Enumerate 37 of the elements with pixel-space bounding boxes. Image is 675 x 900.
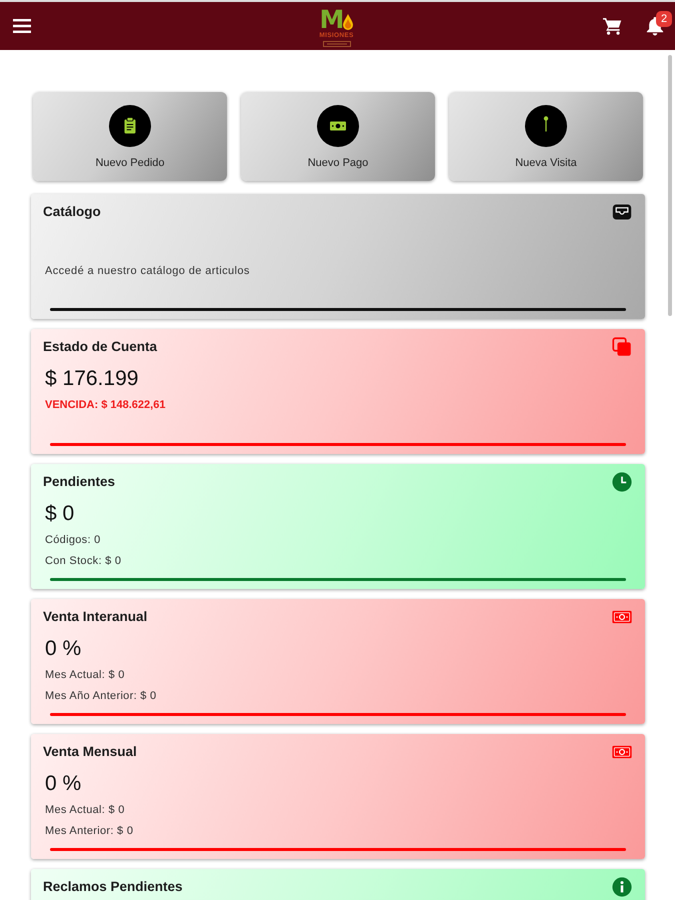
card-amount: 0 % — [44, 637, 82, 661]
card-detail: Mes Año Anterior: $ 0 — [45, 689, 158, 704]
scrollbar-thumb[interactable] — [668, 55, 672, 316]
card-detail: Mes Actual: $ 0 — [45, 803, 126, 818]
card-title: Catálogo — [43, 204, 101, 220]
card-title: Pendientes — [43, 474, 116, 490]
logo-banner-icon — [322, 41, 350, 47]
card-amount: $ 0 — [44, 502, 76, 526]
summary-card[interactable]: Pendientes $ 0 Códigos: 0 Con Stock: $ 0 — [31, 464, 645, 589]
card-detail: Mes Anterior: $ 0 — [45, 824, 134, 839]
card-detail: Con Stock: $ 0 — [45, 554, 122, 569]
notification-badge: 2 — [656, 11, 672, 27]
summary-card[interactable]: Venta Interanual 0 % Mes Actual: $ 0 Mes Año Anterior: $ 0 — [31, 599, 645, 724]
summary-card[interactable]: Reclamos Pendientes — [31, 869, 645, 900]
card-title: Venta Mensual — [43, 744, 137, 760]
card-title: Venta Interanual — [43, 609, 148, 625]
card-amount: $ 176.199 — [44, 367, 140, 391]
alert-text: VENCIDA: $ 148.622,61 — [45, 398, 166, 413]
cart-icon[interactable] — [603, 17, 622, 35]
banknote-icon — [317, 105, 359, 147]
drop-icon — [343, 14, 354, 30]
clipboard-icon — [109, 105, 151, 147]
card-detail: Mes Actual: $ 0 — [45, 668, 126, 683]
summary-card[interactable]: Catálogo Accedé a nuestro catálogo de articulos — [31, 194, 645, 319]
summary-card[interactable]: Estado de Cuenta $ 176.199 VENCIDA: $ 148.622,61 — [31, 329, 645, 454]
card-description: Accedé a nuestro catálogo de articulos — [44, 264, 251, 278]
card-detail: Códigos: 0 — [45, 533, 102, 548]
card-title: Estado de Cuenta — [43, 339, 158, 355]
card-title: Reclamos Pendientes — [43, 879, 183, 895]
card-amount: 0 % — [44, 772, 82, 796]
menu-icon[interactable] — [13, 19, 31, 33]
quick-action-button[interactable]: Nueva Visita — [449, 92, 643, 181]
quick-action-button[interactable]: Nuevo Pago — [241, 92, 435, 181]
summary-card[interactable]: Venta Mensual 0 % Mes Actual: $ 0 Mes Anterior: $ 0 — [31, 734, 645, 859]
pin-icon — [525, 105, 567, 147]
logo-letter: M — [320, 7, 344, 32]
quick-action-button[interactable]: Nuevo Pedido — [33, 92, 227, 181]
